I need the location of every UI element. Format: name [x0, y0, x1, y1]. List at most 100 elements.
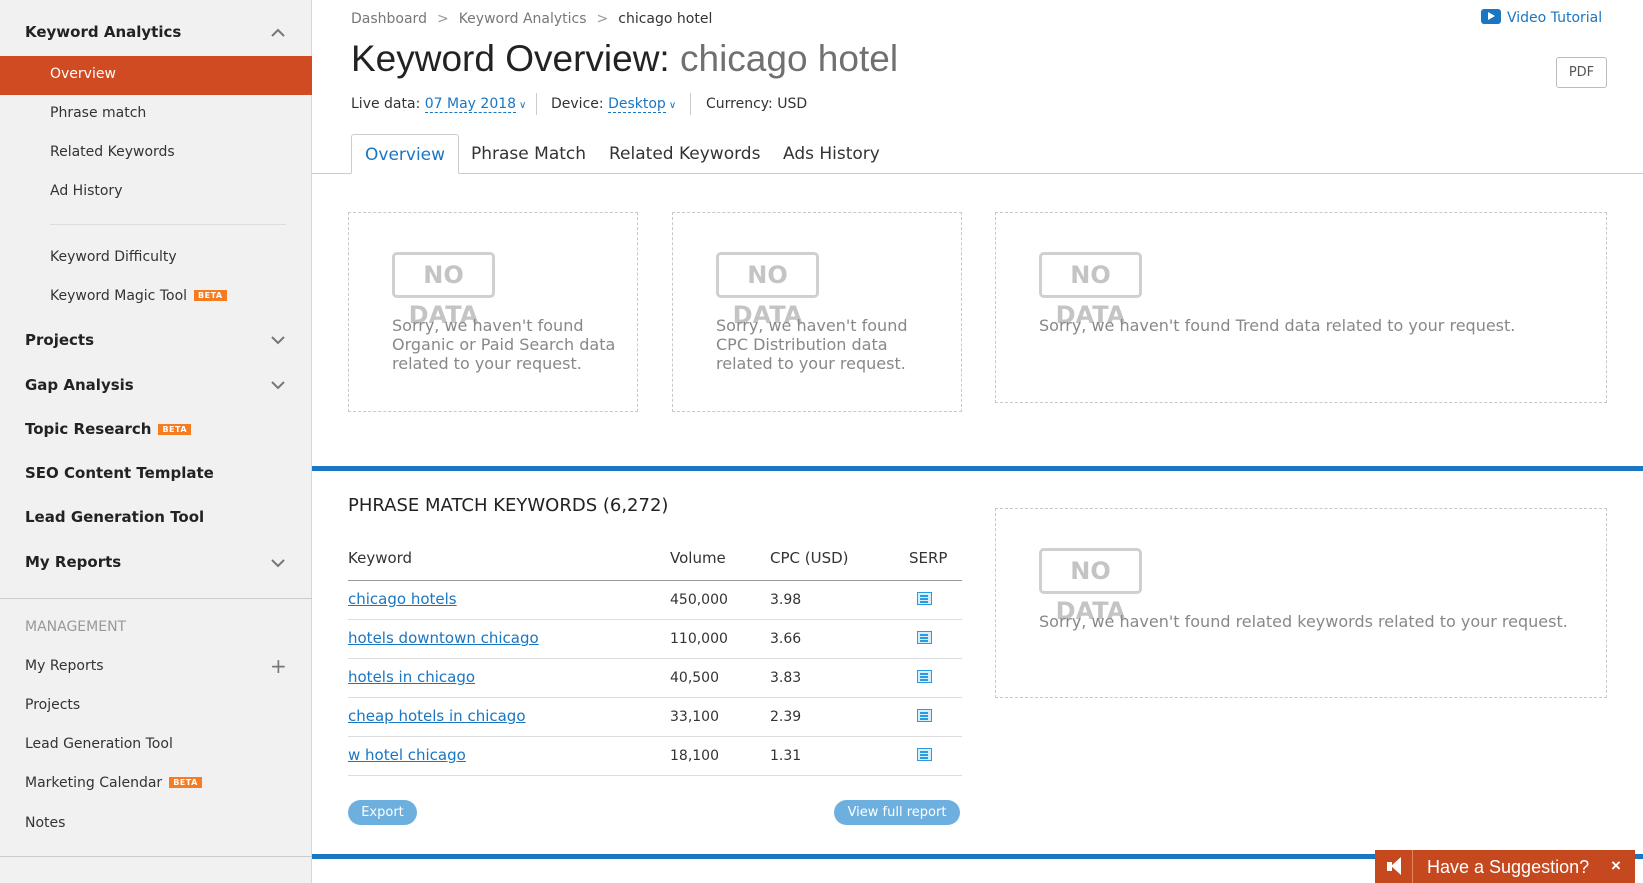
serp-page-icon[interactable] — [917, 670, 932, 683]
sidebar: Keyword Analytics Overview Phrase match … — [0, 0, 312, 883]
column-header-serp: SERP — [909, 549, 948, 567]
table-row-divider — [348, 736, 962, 737]
tab-ads-history[interactable]: Ads History — [783, 134, 880, 174]
sidebar-item-topic-research[interactable]: Topic Research BETA — [25, 420, 192, 438]
chevron-up-icon[interactable] — [271, 28, 285, 38]
serp-page-icon[interactable] — [917, 631, 932, 644]
sidebar-item-overview[interactable]: Overview — [0, 56, 312, 95]
no-data-line: Sorry, we haven't found — [716, 316, 908, 335]
sidebar-item-keyword-magic-tool[interactable]: Keyword Magic Tool BETA — [50, 288, 227, 304]
no-data-line: Sorry, we haven't found — [392, 316, 584, 335]
column-header-keyword[interactable]: Keyword — [348, 549, 412, 567]
sidebar-item-label: Marketing Calendar — [25, 775, 163, 791]
sidebar-item-label: Topic Research — [25, 420, 152, 438]
table-row-divider — [348, 697, 962, 698]
volume-cell: 33,100 — [670, 709, 719, 725]
sidebar-item-keyword-analytics[interactable]: Keyword Analytics — [25, 23, 181, 41]
sidebar-item-seo-content-template[interactable]: SEO Content Template — [25, 464, 214, 482]
export-button[interactable]: Export — [348, 800, 417, 825]
keyword-link[interactable]: hotels in chicago — [348, 668, 475, 686]
organic-paid-no-data-panel: NO DATA Sorry, we haven't found Organic … — [348, 212, 638, 412]
no-data-badge: NO DATA — [1039, 252, 1142, 329]
tab-phrase-match[interactable]: Phrase Match — [471, 134, 586, 174]
management-item-marketing-calendar[interactable]: Marketing Calendar BETA — [25, 775, 202, 791]
keyword-link[interactable]: chicago hotels — [348, 590, 457, 608]
volume-cell: 18,100 — [670, 748, 719, 764]
tab-overview[interactable]: Overview — [351, 134, 460, 174]
currency-label: Currency: USD — [706, 96, 808, 112]
no-data-line: Organic or Paid Search data — [392, 335, 616, 354]
keyword-link[interactable]: w hotel chicago — [348, 746, 466, 764]
phrase-match-title: PHRASE MATCH KEYWORDS (6,272) — [348, 495, 669, 516]
breadcrumb-dashboard[interactable]: Dashboard — [351, 11, 427, 27]
pdf-button[interactable]: PDF — [1556, 57, 1607, 88]
volume-cell: 450,000 — [670, 592, 728, 608]
sidebar-divider — [0, 856, 312, 857]
suggestion-label[interactable]: Have a Suggestion? — [1427, 857, 1589, 878]
page-title: Keyword Overview: chicago hotel — [351, 38, 898, 80]
chevron-down-icon[interactable]: ∨ — [669, 100, 676, 111]
chevron-down-icon[interactable] — [271, 558, 285, 568]
sidebar-item-related-keywords[interactable]: Related Keywords — [50, 144, 175, 160]
section-divider — [312, 466, 1643, 471]
device-selector[interactable]: Device: Desktop ∨ — [551, 96, 676, 113]
no-data-message: Sorry, we haven't found related keywords… — [1039, 612, 1568, 631]
view-full-report-button[interactable]: View full report — [834, 800, 960, 825]
sidebar-item-my-reports[interactable]: My Reports — [25, 553, 121, 571]
column-header-volume[interactable]: Volume — [670, 549, 726, 567]
no-data-line: related to your request. — [392, 354, 582, 373]
no-data-badge: NO DATA — [716, 252, 819, 329]
no-data-line: related to your request. — [716, 354, 906, 373]
serp-page-icon[interactable] — [917, 709, 932, 722]
cpc-cell: 3.83 — [770, 670, 802, 686]
management-item-my-reports[interactable]: My Reports — [25, 658, 104, 674]
column-header-cpc[interactable]: CPC (USD) — [770, 549, 849, 567]
management-item-projects[interactable]: Projects — [25, 697, 80, 713]
sidebar-divider — [0, 598, 312, 599]
table-row-divider — [348, 619, 962, 620]
sidebar-item-ad-history[interactable]: Ad History — [50, 183, 122, 199]
no-data-badge: NO DATA — [392, 252, 495, 329]
video-tutorial-link[interactable]: Video Tutorial — [1481, 9, 1602, 26]
no-data-message: Sorry, we haven't found Trend data relat… — [1039, 316, 1516, 335]
close-icon[interactable]: × — [1611, 856, 1621, 876]
trend-no-data-panel: NO DATA Sorry, we haven't found Trend da… — [995, 212, 1607, 403]
serp-page-icon[interactable] — [917, 748, 932, 761]
device-value[interactable]: Desktop — [608, 96, 666, 113]
related-keywords-no-data-panel: NO DATA Sorry, we haven't found related … — [995, 508, 1607, 698]
keyword-link[interactable]: hotels downtown chicago — [348, 629, 539, 647]
live-data-selector[interactable]: Live data: 07 May 2018 ∨ — [351, 96, 526, 113]
live-data-date[interactable]: 07 May 2018 — [424, 96, 517, 113]
sidebar-item-gap-analysis[interactable]: Gap Analysis — [25, 376, 134, 394]
sidebar-item-keyword-difficulty[interactable]: Keyword Difficulty — [50, 249, 177, 265]
megaphone-icon — [1375, 850, 1413, 883]
management-item-notes[interactable]: Notes — [25, 815, 65, 831]
chevron-down-icon[interactable] — [271, 380, 285, 390]
sidebar-item-label: Keyword Magic Tool — [50, 288, 188, 304]
video-tutorial-label: Video Tutorial — [1507, 10, 1603, 26]
no-data-line: CPC Distribution data — [716, 335, 888, 354]
suggestion-widget[interactable]: Have a Suggestion? × — [1375, 850, 1635, 883]
cpc-cell: 2.39 — [770, 709, 802, 725]
breadcrumb-separator: > — [436, 11, 449, 27]
tab-related-keywords[interactable]: Related Keywords — [609, 134, 760, 174]
table-row-divider — [348, 775, 962, 776]
chevron-down-icon[interactable]: ∨ — [519, 100, 526, 111]
volume-cell: 40,500 — [670, 670, 719, 686]
plus-icon[interactable]: + — [270, 656, 287, 676]
sidebar-item-phrase-match[interactable]: Phrase match — [50, 105, 146, 121]
sidebar-item-projects[interactable]: Projects — [25, 331, 94, 349]
breadcrumb: Dashboard > Keyword Analytics > chicago hote… — [351, 11, 712, 27]
chevron-down-icon[interactable] — [271, 335, 285, 345]
beta-badge: BETA — [158, 424, 192, 435]
management-item-lead-generation-tool[interactable]: Lead Generation Tool — [25, 736, 173, 752]
breadcrumb-keyword-analytics[interactable]: Keyword Analytics — [459, 11, 587, 27]
management-heading: MANAGEMENT — [25, 619, 127, 635]
serp-page-icon[interactable] — [917, 592, 932, 605]
sidebar-item-lead-generation-tool[interactable]: Lead Generation Tool — [25, 508, 204, 526]
meta-divider — [690, 93, 691, 115]
beta-badge: BETA — [194, 290, 227, 301]
keyword-link[interactable]: cheap hotels in chicago — [348, 707, 526, 725]
table-header-divider — [348, 580, 962, 581]
volume-cell: 110,000 — [670, 631, 728, 647]
